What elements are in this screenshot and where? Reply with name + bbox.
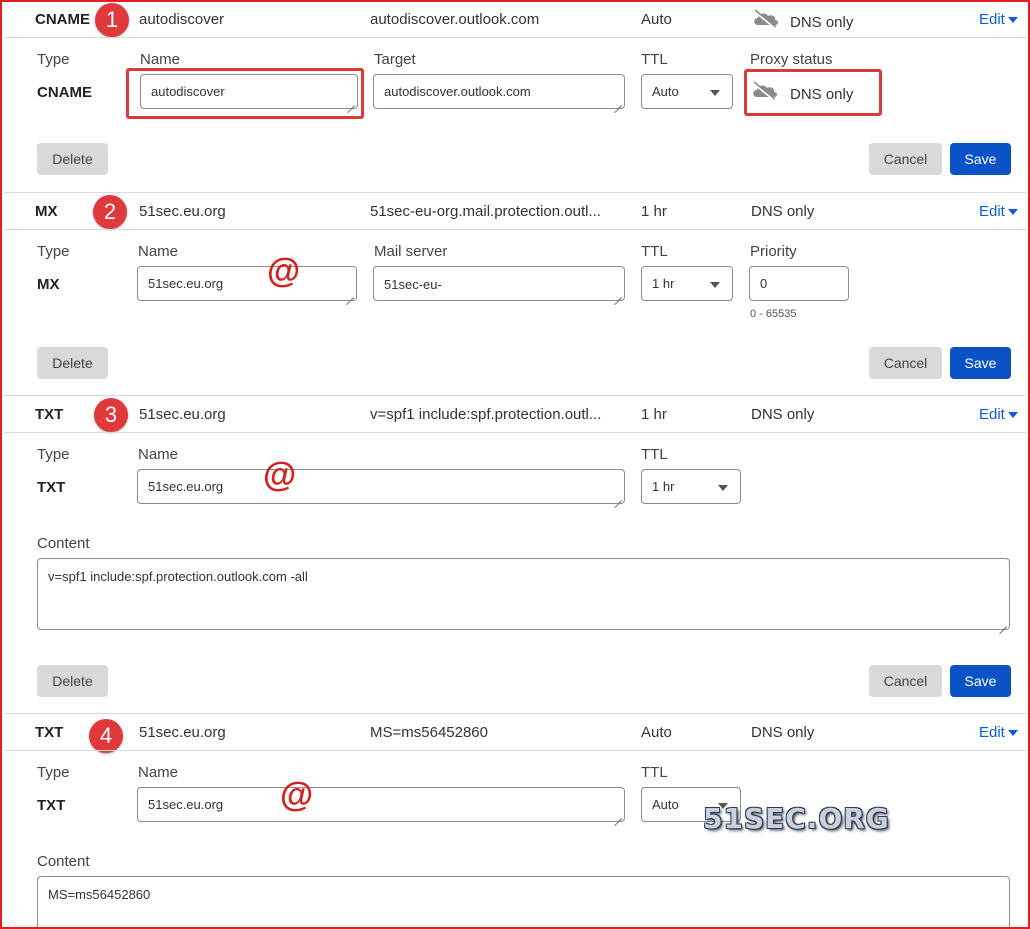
watermark-logo: 51SEC.ORG: [703, 802, 890, 835]
type-label: Type: [37, 764, 70, 781]
edit-toggle[interactable]: Edit: [979, 203, 1018, 220]
resize-grip-icon[interactable]: [614, 98, 622, 106]
ttl-select[interactable]: 1 hr: [641, 266, 733, 301]
record-content: 51sec-eu-org.mail.protection.outl...: [370, 203, 601, 220]
cloud-off-icon[interactable]: [750, 80, 780, 107]
record-content: autodiscover.outlook.com: [370, 11, 540, 28]
caret-down-icon: [1007, 412, 1018, 419]
record-proxy-status: DNS only: [751, 724, 815, 741]
type-label: Type: [37, 51, 70, 68]
record-ttl: Auto: [641, 724, 672, 741]
cancel-button[interactable]: Cancel: [869, 143, 942, 175]
record-type: CNAME: [35, 11, 90, 28]
chevron-down-icon: [710, 281, 720, 288]
record-ttl: 1 hr: [641, 203, 667, 220]
record-proxy-status: DNS only: [751, 406, 815, 423]
highlight-box: [126, 68, 364, 119]
edit-toggle[interactable]: Edit: [979, 724, 1018, 741]
delete-button[interactable]: Delete: [37, 143, 108, 175]
priority-hint: 0 - 65535: [750, 308, 797, 320]
edit-toggle[interactable]: Edit: [979, 406, 1018, 423]
chevron-down-icon: [710, 89, 720, 96]
cloud-off-icon: [751, 8, 781, 35]
record-name: 51sec.eu.org: [139, 724, 226, 741]
resize-grip-icon[interactable]: [614, 493, 622, 501]
save-button[interactable]: Save: [950, 665, 1011, 697]
content-label: Content: [37, 853, 90, 870]
save-button[interactable]: Save: [950, 143, 1011, 175]
record-name: 51sec.eu.org: [139, 203, 226, 220]
caret-down-icon: [1007, 17, 1018, 24]
type-value: CNAME: [37, 84, 92, 101]
edit-label: Edit: [979, 724, 1005, 741]
ttl-label: TTL: [641, 51, 668, 68]
target-label: Target: [374, 51, 416, 68]
record-type: TXT: [35, 406, 64, 423]
edit-label: Edit: [979, 11, 1005, 28]
record-content: MS=ms56452860: [370, 724, 488, 741]
mail-server-label: Mail server: [374, 243, 448, 260]
name-label: Name: [138, 446, 179, 463]
name-label: Name: [138, 243, 179, 260]
at-annotation: @: [267, 252, 301, 290]
proxy-status-value: DNS only: [790, 86, 854, 103]
record-proxy-status: DNS only: [790, 14, 854, 31]
annotation-badge: 3: [94, 398, 128, 432]
ttl-select[interactable]: 1 hr: [641, 469, 741, 504]
record-content: v=spf1 include:spf.protection.outl...: [370, 406, 602, 423]
type-label: Type: [37, 446, 70, 463]
content-label: Content: [37, 535, 90, 552]
type-value: TXT: [37, 479, 66, 496]
name-label: Name: [138, 764, 179, 781]
type-value: TXT: [37, 797, 66, 814]
cancel-button[interactable]: Cancel: [869, 347, 942, 379]
name-label: Name: [140, 51, 181, 68]
record-name: autodiscover: [139, 11, 225, 28]
type-value: MX: [37, 276, 60, 293]
delete-button[interactable]: Delete: [37, 665, 108, 697]
record-ttl: Auto: [641, 11, 672, 28]
delete-button[interactable]: Delete: [37, 347, 108, 379]
edit-label: Edit: [979, 203, 1005, 220]
type-label: Type: [37, 243, 70, 260]
name-input[interactable]: 51sec.eu.org: [137, 469, 625, 504]
name-input[interactable]: 51sec.eu.org: [137, 787, 625, 822]
caret-down-icon: [1007, 730, 1018, 737]
ttl-label: TTL: [641, 764, 668, 781]
save-button[interactable]: Save: [950, 347, 1011, 379]
content-textarea[interactable]: v=spf1 include:spf.protection.outlook.co…: [37, 558, 1010, 630]
content-textarea[interactable]: MS=ms56452860: [37, 876, 1010, 929]
record-proxy-status: DNS only: [751, 203, 815, 220]
at-annotation: @: [263, 456, 297, 494]
record-type: TXT: [35, 724, 64, 741]
name-input[interactable]: 51sec.eu.org: [137, 266, 357, 301]
record-name: 51sec.eu.org: [139, 406, 226, 423]
priority-label: Priority: [750, 243, 797, 260]
chevron-down-icon: [718, 484, 728, 491]
resize-grip-icon[interactable]: [614, 290, 622, 298]
target-input[interactable]: autodiscover.outlook.com: [373, 74, 625, 109]
edit-label: Edit: [979, 406, 1005, 423]
caret-down-icon: [1007, 209, 1018, 216]
record-type: MX: [35, 203, 58, 220]
edit-toggle[interactable]: Edit: [979, 11, 1018, 28]
resize-grip-icon[interactable]: [999, 619, 1007, 627]
proxy-status-label: Proxy status: [750, 51, 833, 68]
resize-grip-icon[interactable]: [346, 290, 354, 298]
ttl-label: TTL: [641, 243, 668, 260]
annotation-badge: 2: [93, 195, 127, 229]
ttl-label: TTL: [641, 446, 668, 463]
at-annotation: @: [280, 776, 314, 814]
ttl-select[interactable]: Auto: [641, 74, 733, 109]
annotation-badge: 1: [95, 3, 129, 37]
annotation-badge: 4: [89, 719, 123, 753]
mail-server-input[interactable]: 51sec-eu-: [373, 266, 625, 301]
record-ttl: 1 hr: [641, 406, 667, 423]
cancel-button[interactable]: Cancel: [869, 665, 942, 697]
priority-input[interactable]: 0: [749, 266, 849, 301]
resize-grip-icon[interactable]: [614, 811, 622, 819]
